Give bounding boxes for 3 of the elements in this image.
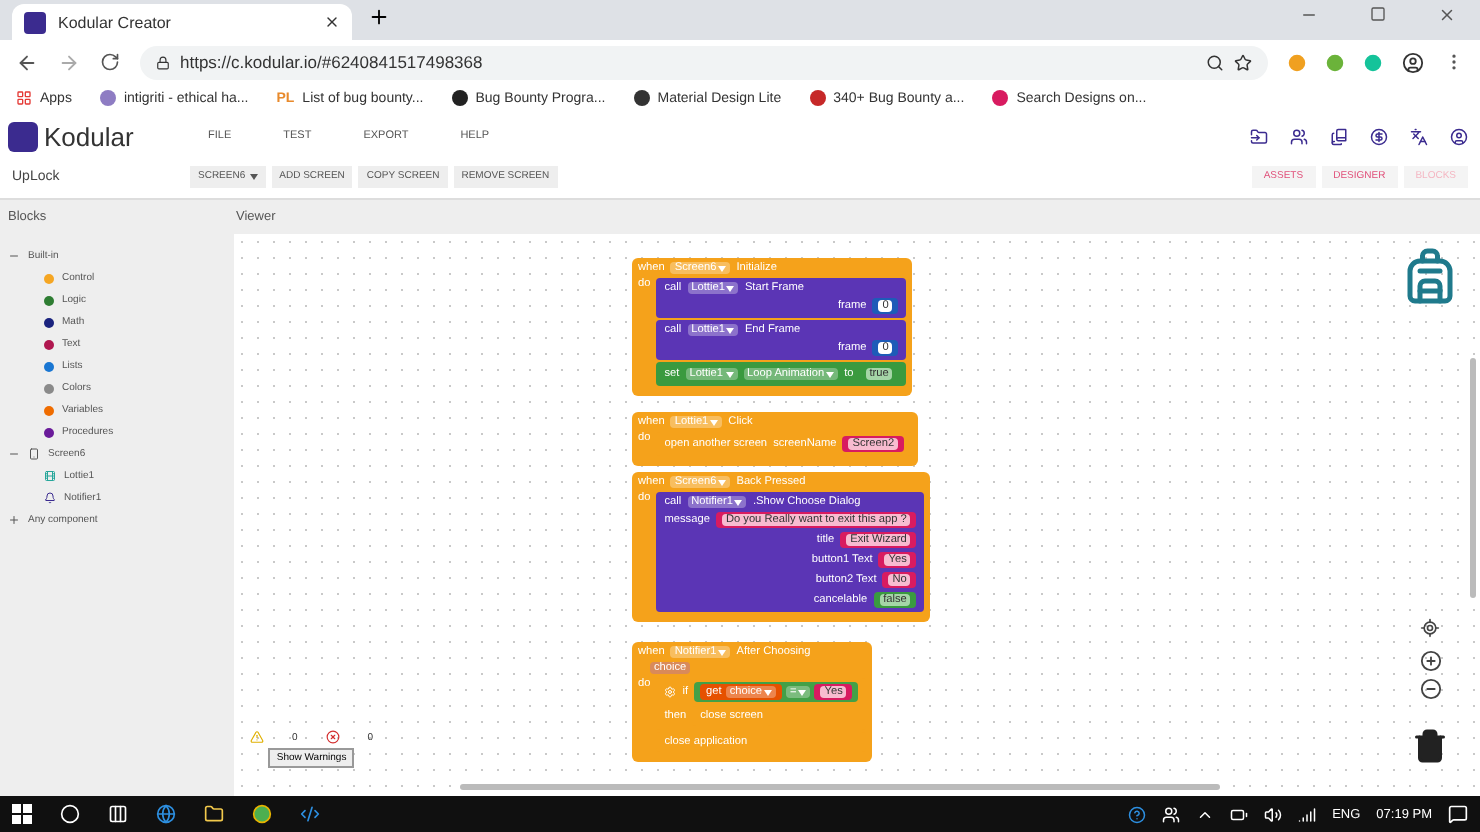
browser-tab[interactable]: Kodular Creator	[12, 4, 352, 40]
address-bar[interactable]: https://c.kodular.io/#6240841517498368	[140, 45, 1268, 79]
app-logo-text: Kodular	[44, 121, 134, 151]
